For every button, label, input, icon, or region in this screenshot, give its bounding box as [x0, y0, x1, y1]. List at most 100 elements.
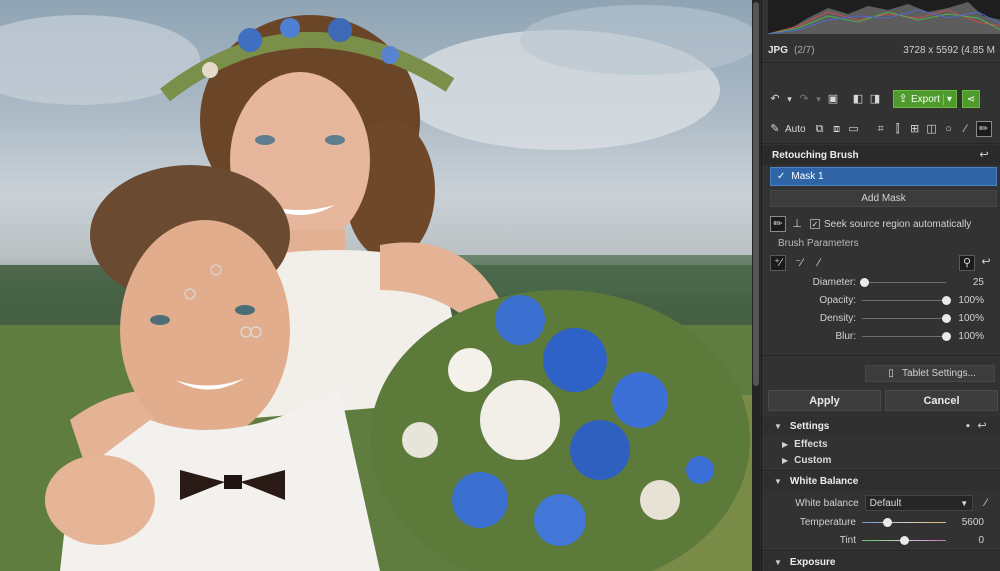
temperature-slider-knob[interactable] [883, 517, 893, 527]
diameter-slider-knob[interactable] [859, 277, 869, 287]
white-balance-title: White Balance [789, 475, 859, 487]
wand-icon[interactable]: ✎ [768, 122, 782, 136]
temperature-slider[interactable] [862, 517, 946, 527]
paste-icon[interactable]: ⧈ [830, 122, 844, 136]
copy-icon[interactable]: ⧉ [813, 122, 827, 136]
section-white-balance[interactable]: ▼ White Balance [762, 472, 1000, 490]
undo-dropdown-icon[interactable]: ▾ [785, 92, 794, 106]
subsection-custom[interactable]: ▶ Custom [762, 452, 1000, 468]
reset-icon[interactable]: ↩ [977, 148, 991, 162]
file-dimensions: 3728 x 5592 (4.85 M [903, 44, 995, 56]
brush-erase-icon[interactable]: ⁄ [812, 256, 826, 270]
tablet-icon: ▯ [888, 367, 894, 379]
canvas-vertical-scrollbar[interactable] [752, 0, 760, 571]
levels-icon[interactable]: ⊞ [908, 122, 922, 136]
redo-dropdown-icon[interactable]: ▾ [814, 92, 823, 106]
opacity-value[interactable]: 100% [946, 295, 990, 306]
subsection-effects[interactable]: ▶ Effects [762, 436, 1000, 452]
save-preset-icon[interactable]: ▪ [961, 419, 975, 433]
export-dropdown-icon[interactable]: ▾ [942, 93, 952, 105]
export-button[interactable]: ⇪ Export ▾ [893, 90, 957, 108]
opacity-slider-row: Opacity: 100% [762, 292, 1000, 308]
tablet-settings-label: Tablet Settings... [902, 368, 976, 379]
retouch-brush-tool-icon[interactable]: ✏ [975, 121, 992, 137]
diameter-value[interactable]: 25 [946, 277, 990, 288]
mask-checkbox-icon[interactable]: ✓ [777, 171, 785, 182]
undo-icon[interactable]: ↶ [768, 92, 782, 106]
mask-list-item[interactable]: ✓ Mask 1 [770, 167, 997, 186]
add-mask-button[interactable]: Add Mask [770, 190, 997, 207]
density-value[interactable]: 100% [946, 313, 990, 324]
histogram [768, 0, 1000, 34]
temperature-slider-row: Temperature 5600 [762, 514, 1000, 530]
opacity-slider-knob[interactable] [942, 295, 951, 305]
opacity-label: Opacity: [819, 294, 856, 306]
cancel-button[interactable]: Cancel [885, 390, 998, 411]
photo-image [0, 5, 752, 571]
seek-source-label: Seek source region automatically [824, 218, 972, 230]
export-icon: ⇪ [898, 92, 908, 105]
retouching-brush-header: Retouching Brush ↩ [762, 145, 1000, 165]
image-icon[interactable]: ▣ [826, 92, 840, 106]
seek-source-row: ✏ ⊥ ✓ Seek source region automatically [762, 214, 1000, 234]
photo-canvas[interactable] [0, 0, 752, 571]
file-info: JPG (2/7) 3728 x 5592 (4.85 M [762, 40, 1000, 60]
caret-down-icon: ▼ [774, 557, 782, 567]
share-button[interactable]: ⋖ [961, 90, 980, 108]
caret-right-icon: ▶ [782, 439, 789, 449]
opacity-slider[interactable] [862, 295, 951, 305]
file-position: (2/7) [794, 44, 815, 56]
custom-title: Custom [794, 454, 832, 466]
redo-icon[interactable]: ↷ [797, 92, 811, 106]
rotate-left-icon[interactable]: ◧ [851, 92, 865, 106]
blur-value[interactable]: 100% [946, 331, 990, 342]
section-settings[interactable]: ▼ Settings ▪ ↩ [762, 417, 1000, 435]
circle-icon[interactable]: ○ [942, 122, 956, 136]
white-balance-select[interactable]: Default ▼ [864, 495, 974, 511]
apply-button[interactable]: Apply [768, 390, 881, 411]
clone-icon[interactable]: ◫ [925, 122, 939, 136]
blur-slider-knob[interactable] [942, 331, 951, 341]
rotate-right-icon[interactable]: ◨ [868, 92, 882, 106]
brush-add-icon[interactable]: ⁺⁄ [770, 255, 786, 271]
mask-label: Mask 1 [791, 171, 824, 182]
blur-slider-row: Blur: 100% [762, 328, 1000, 344]
brush-icon[interactable]: ✏ [770, 216, 786, 232]
share-icon: ⋖ [966, 93, 976, 105]
blur-slider[interactable] [862, 331, 951, 341]
clipboard-icon[interactable]: ▭ [847, 122, 861, 136]
tint-slider[interactable] [862, 535, 946, 545]
density-slider-row: Density: 100% [762, 310, 1000, 326]
density-slider[interactable] [862, 313, 951, 323]
seek-source-checkbox[interactable]: ✓ [810, 219, 820, 229]
auto-button[interactable]: Auto [785, 124, 806, 135]
right-tool-panel: JPG (2/7) 3728 x 5592 (4.85 M ↶ ▾ ↷ ▾ ▣ … [761, 0, 1000, 571]
eyedropper-icon[interactable]: ⁄ [979, 496, 993, 510]
settings-title: Settings [789, 420, 830, 432]
tablet-settings-button[interactable]: ▯ Tablet Settings... [865, 365, 995, 382]
export-label: Export [911, 93, 940, 105]
crop-icon[interactable]: ⌗ [874, 122, 888, 136]
caret-down-icon: ▼ [774, 421, 782, 431]
brush-subtract-icon[interactable]: ⁻⁄ [792, 256, 806, 270]
settings-reset-icon[interactable]: ↩ [975, 419, 989, 433]
temperature-value[interactable]: 5600 [946, 517, 990, 528]
line-icon[interactable]: ⁄ [959, 122, 973, 136]
tint-value[interactable]: 0 [946, 535, 990, 546]
reset-params-icon[interactable]: ↩ [979, 255, 993, 269]
temperature-label: Temperature [799, 516, 856, 528]
caret-right-icon: ▶ [782, 455, 789, 465]
section-exposure[interactable]: ▼ Exposure [762, 553, 1000, 571]
file-format: JPG [768, 44, 789, 56]
link-icon[interactable]: ⚲ [959, 255, 975, 271]
main-toolbar: ↶ ▾ ↷ ▾ ▣ ◧ ◨ ⇪ Export ▾ ⋖ [762, 88, 1000, 110]
caret-down-icon: ▼ [774, 476, 782, 486]
scrollbar-thumb[interactable] [753, 2, 759, 386]
diameter-slider[interactable] [859, 277, 946, 287]
density-label: Density: [819, 312, 856, 324]
blur-label: Blur: [835, 330, 856, 342]
stamp-icon[interactable]: ⊥ [790, 217, 804, 231]
density-slider-knob[interactable] [942, 313, 951, 323]
perspective-icon[interactable]: ⫿ [891, 122, 905, 136]
tint-slider-knob[interactable] [900, 535, 909, 545]
